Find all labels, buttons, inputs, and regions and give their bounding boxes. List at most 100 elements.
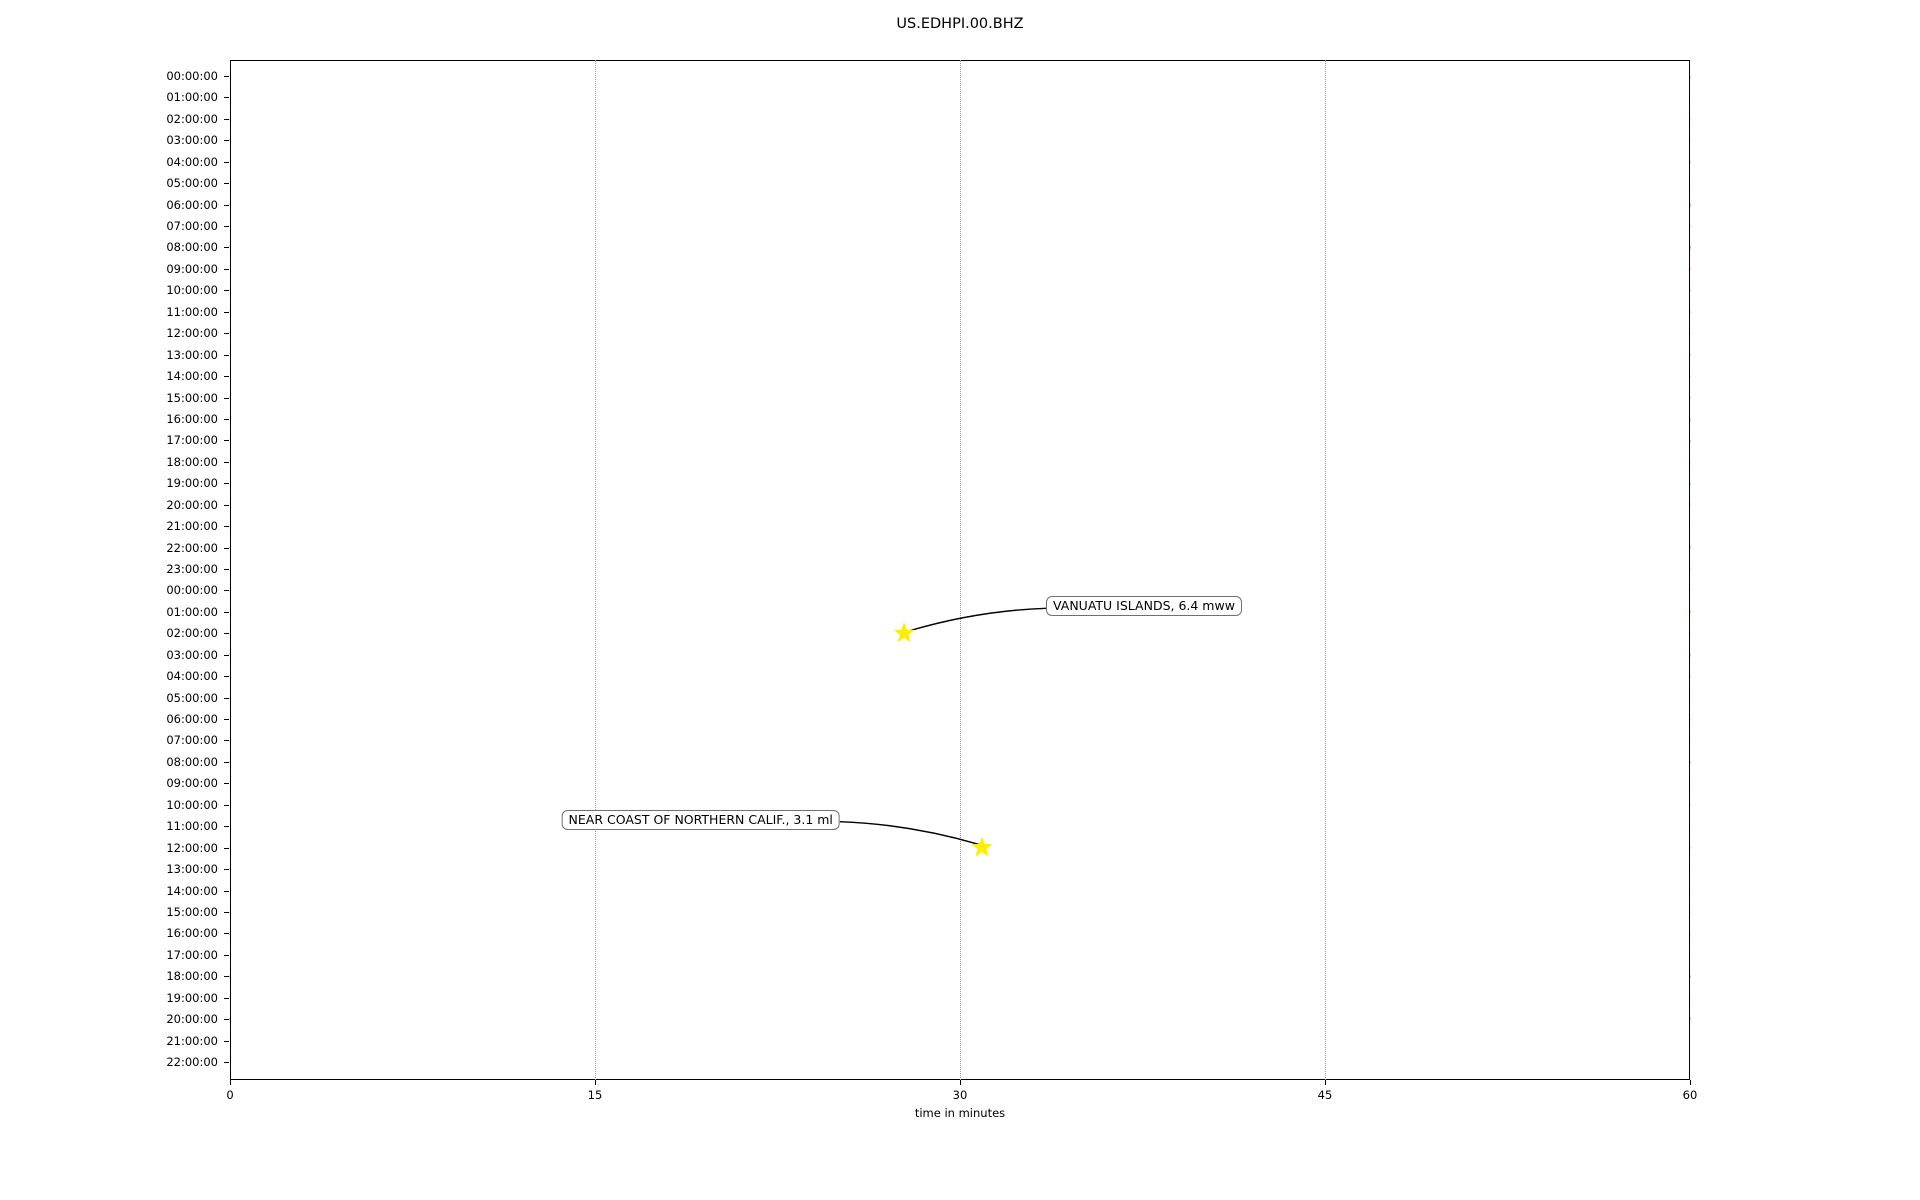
y-tick-label: 04:00:00 (166, 154, 218, 169)
y-tick-mark (224, 740, 229, 742)
y-tick-mark (224, 954, 229, 956)
y-tick-label: 07:00:00 (166, 733, 218, 748)
y-tick-label: 00:00:00 (166, 69, 218, 83)
y-tick-label: 06:00:00 (166, 197, 218, 212)
y-tick-mark (224, 226, 229, 228)
y-tick-mark (224, 397, 229, 399)
gridline-45min (1325, 60, 1326, 1080)
y-tick-mark (224, 826, 229, 828)
y-tick-label: 00:00:00 (166, 583, 218, 598)
x-tick-label: 0 (226, 1088, 234, 1102)
y-tick-mark (224, 461, 229, 463)
y-tick-label: 16:00:00 (166, 926, 218, 941)
y-tick-label: 22:00:00 (166, 540, 218, 555)
y-tick-mark (224, 590, 229, 592)
x-tick-mark (230, 1080, 231, 1085)
y-tick-mark (224, 676, 229, 678)
y-tick-mark (224, 268, 229, 270)
y-tick-label: 09:00:00 (166, 261, 218, 276)
y-tick-label: 18:00:00 (166, 969, 218, 984)
x-tick-mark (595, 1080, 596, 1085)
y-tick-label: 10:00:00 (166, 283, 218, 298)
y-tick-label: 11:00:00 (166, 819, 218, 834)
y-tick-label: 10:00:00 (166, 797, 218, 812)
y-tick-label: 11:00:00 (166, 304, 218, 319)
y-tick-label: 14:00:00 (166, 883, 218, 898)
y-tick-label: 15:00:00 (166, 904, 218, 919)
y-tick-mark (224, 1019, 229, 1021)
y-tick-label: 09:00:00 (166, 776, 218, 791)
x-axis-label: time in minutes (914, 1106, 1006, 1120)
y-tick-mark (224, 547, 229, 549)
annotation-vanuatu-islands: VANUATU ISLANDS, 6.4 mww (1046, 596, 1242, 617)
y-tick-mark (224, 376, 229, 378)
y-tick-mark (224, 997, 229, 999)
y-tick-mark (224, 654, 229, 656)
y-tick-label: 01:00:00 (166, 604, 218, 619)
y-tick-mark (224, 161, 229, 163)
y-tick-mark (224, 440, 229, 442)
y-tick-mark (224, 1062, 229, 1063)
y-tick-label: 17:00:00 (166, 947, 218, 962)
y-tick-mark (224, 569, 229, 570)
y-tick-mark (224, 118, 229, 120)
y-tick-label: 17:00:00 (166, 433, 218, 448)
y-tick-mark (224, 76, 229, 77)
y-tick-label: 03:00:00 (166, 647, 218, 662)
y-tick-mark (224, 183, 229, 185)
y-tick-mark (224, 290, 229, 292)
y-tick-mark (224, 311, 229, 313)
y-tick-mark (224, 869, 229, 871)
y-tick-label: 23:00:00 (166, 562, 218, 576)
y-tick-label: 13:00:00 (166, 347, 218, 362)
y-tick-label: 13:00:00 (166, 862, 218, 877)
y-tick-label: 08:00:00 (166, 240, 218, 255)
y-tick-label: 08:00:00 (166, 754, 218, 769)
y-tick-label: 21:00:00 (166, 519, 218, 534)
x-tick-label: 30 (952, 1088, 968, 1102)
seismogram-figure: US.EDHPI.00.BHZ 00:00:0001:00:0002:00:00… (0, 0, 1920, 1200)
y-tick-label: 20:00:00 (166, 1012, 218, 1027)
y-tick-label: 21:00:00 (166, 1033, 218, 1048)
y-tick-mark (224, 783, 229, 785)
y-tick-mark (224, 97, 229, 99)
y-tick-mark (224, 1040, 229, 1042)
y-tick-label: 07:00:00 (166, 219, 218, 234)
gridline-30min (960, 60, 961, 1080)
gridline-15min (595, 60, 596, 1080)
y-tick-mark (224, 204, 229, 206)
y-tick-mark (224, 504, 229, 506)
x-tick-mark (960, 1080, 961, 1085)
y-tick-label: 20:00:00 (166, 497, 218, 512)
x-tick-mark (1690, 1080, 1691, 1085)
y-tick-mark (224, 483, 229, 485)
y-tick-mark (224, 804, 229, 806)
y-tick-mark (224, 911, 229, 913)
y-tick-mark (224, 247, 229, 249)
y-tick-mark (224, 719, 229, 721)
y-tick-label: 05:00:00 (166, 176, 218, 191)
y-tick-label: 03:00:00 (166, 133, 218, 148)
y-tick-mark (224, 847, 229, 849)
y-tick-label: 22:00:00 (166, 1055, 218, 1069)
y-tick-label: 14:00:00 (166, 369, 218, 384)
y-tick-label: 02:00:00 (166, 111, 218, 126)
y-tick-label: 12:00:00 (166, 840, 218, 855)
y-tick-mark (224, 933, 229, 935)
y-tick-label: 05:00:00 (166, 690, 218, 705)
annotation-near-coast-northern-calif: NEAR COAST OF NORTHERN CALIF., 3.1 ml (561, 809, 840, 830)
y-tick-mark (224, 890, 229, 892)
y-tick-label: 15:00:00 (166, 390, 218, 405)
x-tick-mark (1325, 1080, 1326, 1085)
y-tick-mark (224, 354, 229, 356)
y-tick-mark (224, 140, 229, 142)
y-tick-mark (224, 761, 229, 763)
y-tick-mark (224, 526, 229, 528)
x-tick-label: 60 (1682, 1088, 1698, 1102)
y-tick-label: 18:00:00 (166, 454, 218, 469)
y-tick-label: 04:00:00 (166, 669, 218, 684)
y-tick-mark (224, 976, 229, 978)
y-tick-label: 01:00:00 (166, 90, 218, 105)
y-tick-label: 02:00:00 (166, 626, 218, 641)
x-tick-label: 45 (1317, 1088, 1333, 1102)
